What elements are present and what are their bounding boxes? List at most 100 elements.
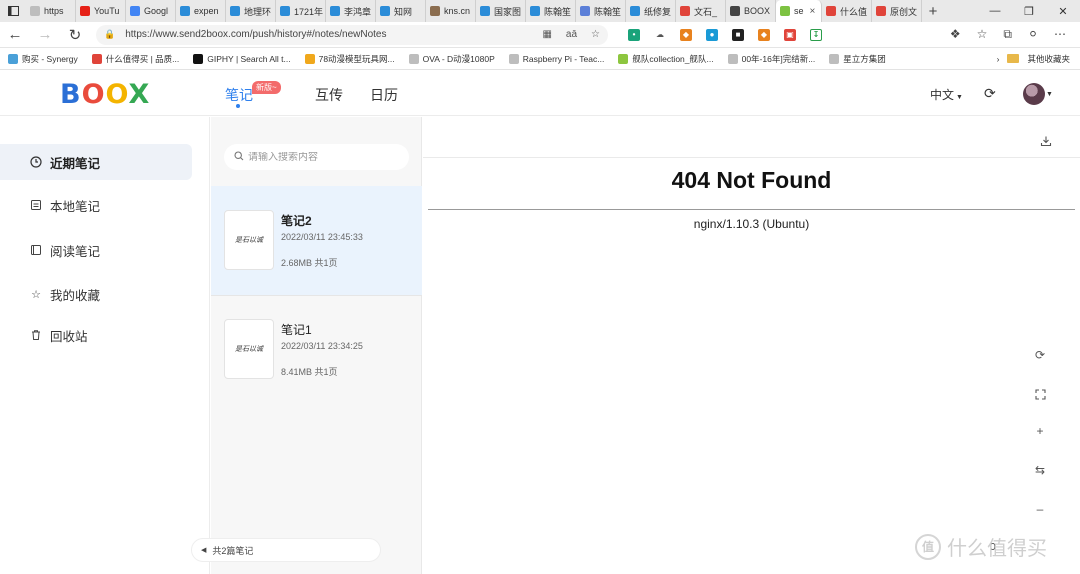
tab-close-icon[interactable]: × [810, 6, 816, 17]
lock-icon: 🔒 [104, 29, 116, 39]
browser-tab[interactable]: 原创文 [872, 0, 922, 22]
url-text: https://www.send2boox.com/push/history#/… [125, 29, 387, 40]
app-header: BOOX 笔记 新版~ 互传 日历 中文 ▼ ⟳ ▼ [0, 71, 1080, 116]
browser-tab[interactable]: 1721年 [276, 0, 326, 22]
nav-calendar[interactable]: 日历 [370, 85, 398, 105]
browser-tab[interactable]: https [26, 0, 76, 22]
search-input[interactable] [248, 151, 398, 163]
bing-icon [630, 6, 640, 16]
note-card[interactable]: 是石以诚 笔记1 2022/03/11 23:34:25 8.41MB 共1页 [211, 296, 422, 406]
favorites-icon[interactable]: ☆ [977, 27, 988, 42]
watermark-logo: 值 [915, 533, 941, 560]
maximize-icon[interactable]: ❐ [1012, 0, 1046, 22]
download-icon[interactable] [1040, 135, 1052, 150]
fullscreen-icon[interactable] [1031, 385, 1049, 403]
extension-black-icon[interactable]: ■ [732, 28, 744, 41]
bookmark-favicon-icon [8, 53, 18, 64]
collections-icon[interactable]: ⧉ [1003, 27, 1012, 42]
bookmark-item[interactable]: Raspberry Pi - Teac... [508, 53, 605, 65]
bookmark-item[interactable]: 什么值得买 | 品质... [91, 53, 179, 65]
sidebar-item-favorites[interactable]: ☆ 我的收藏 [0, 276, 192, 312]
star-icon: ☆ [31, 288, 41, 301]
browser-tab[interactable]: 地理环 [226, 0, 276, 22]
bookmark-item[interactable]: 00年-16年]完结新... [727, 53, 815, 65]
forward-button[interactable]: → [30, 22, 60, 48]
browser-tab[interactable]: 国家图 [476, 0, 526, 22]
extension-blue-icon[interactable]: ● [706, 28, 718, 41]
minimize-icon[interactable]: — [978, 0, 1012, 22]
tab-label: 陈翰笙 [594, 6, 622, 17]
chevron-right-icon[interactable]: › [997, 54, 1000, 64]
avatar-caret-icon[interactable]: ▼ [1046, 91, 1053, 98]
extension-red-icon[interactable]: ▣ [784, 28, 796, 41]
nav-notes[interactable]: 笔记 [225, 85, 253, 105]
browser-tab[interactable]: 什么值 [822, 0, 872, 22]
tab-label: 文石_ [694, 6, 718, 17]
tab-label: 纸修复 [644, 6, 672, 17]
extensions-icon[interactable]: ❖ [950, 27, 961, 42]
clock-icon [30, 156, 42, 168]
browser-tab[interactable]: BOOX [726, 0, 776, 22]
bing-icon [180, 6, 190, 16]
zoom-out-icon[interactable]: – [1031, 500, 1049, 518]
favorite-add-icon[interactable]: ☆ [591, 29, 600, 40]
language-selector[interactable]: 中文 ▼ [930, 86, 963, 103]
extension-outline-icon[interactable]: ↧ [810, 28, 822, 41]
translate-icon[interactable]: aā [566, 29, 577, 40]
more-menu-icon[interactable]: ⋯ [1054, 27, 1066, 42]
extension-cloud-icon[interactable]: ☁ [654, 28, 666, 41]
browser-tab[interactable]: se × [776, 0, 822, 22]
new-tab-button[interactable]: + [922, 0, 944, 22]
search-box[interactable] [224, 144, 409, 170]
bookmark-item[interactable]: 星立方集团 [829, 53, 886, 65]
nav-transfer[interactable]: 互传 [315, 85, 343, 105]
sidebar-item-local-notes[interactable]: 本地笔记 [0, 187, 192, 223]
sidebar-item-recent-notes[interactable]: 近期笔记 [0, 144, 192, 180]
fit-width-icon[interactable]: ⇆ [1031, 461, 1049, 479]
sidebar-item-trash[interactable]: 回收站 [0, 317, 192, 353]
browser-tab[interactable]: 文石_ [676, 0, 726, 22]
browser-tab[interactable]: expen [176, 0, 226, 22]
tab-label: kns.cn [444, 6, 471, 16]
zoom-in-icon[interactable]: + [1031, 422, 1049, 440]
browser-tab[interactable]: kns.cn [426, 0, 476, 22]
google-icon [130, 6, 140, 16]
profile-icon[interactable]: ⚪ [1028, 27, 1038, 42]
metamask-icon-2[interactable]: ◆ [758, 28, 770, 41]
close-icon[interactable]: ✕ [1046, 0, 1080, 22]
extension-green-icon[interactable]: • [628, 28, 640, 41]
tab-label: 地理环 [244, 6, 272, 17]
browser-tab[interactable]: YouTu [76, 0, 126, 22]
bing-icon [230, 6, 240, 16]
browser-tab[interactable]: Googl [126, 0, 176, 22]
grid-icon[interactable]: ▦ [542, 29, 551, 40]
bookmark-label: Raspberry Pi - Teac... [522, 53, 605, 64]
tab-actions-icon[interactable] [0, 0, 26, 22]
bookmark-item[interactable]: GIPHY | Search All t... [193, 53, 291, 65]
browser-tab[interactable]: 陈翰笙 [526, 0, 576, 22]
url-input[interactable]: 🔒 https://www.send2boox.com/push/history… [96, 24, 608, 45]
sidebar-item-label: 我的收藏 [50, 288, 101, 303]
avatar[interactable] [1023, 83, 1045, 105]
bookmark-item[interactable]: 购买 - Synergy [8, 53, 78, 65]
note-card[interactable]: 是石以诚 笔记2 2022/03/11 23:45:33 2.68MB 共1页 [211, 186, 422, 296]
boox-logo[interactable]: BOOX [60, 79, 150, 110]
caret-down-icon: ▼ [956, 94, 963, 101]
bookmark-item[interactable]: 舰队collection_舰队... [618, 53, 714, 65]
book-icon [30, 244, 42, 256]
back-button[interactable]: ← [0, 22, 30, 48]
bookmark-item[interactable]: 78动漫模型玩具网... [304, 53, 395, 65]
rotate-icon[interactable]: ⟳ [1031, 346, 1049, 364]
browser-tab[interactable]: 陈翰笙 [576, 0, 626, 22]
other-bookmarks[interactable]: 其他收藏夹 [1027, 53, 1070, 65]
metamask-icon[interactable]: ◆ [680, 28, 692, 41]
browser-tab[interactable]: 李鸿章 [326, 0, 376, 22]
note-count-pill[interactable]: ◀ 共2篇笔记 [191, 538, 381, 562]
toolbar-divider [423, 157, 1080, 158]
sync-icon[interactable]: ⟳ [984, 85, 996, 102]
browser-tab[interactable]: 知网 [376, 0, 426, 22]
sidebar-item-reading-notes[interactable]: 阅读笔记 [0, 232, 192, 268]
refresh-button[interactable]: ↻ [60, 22, 90, 48]
browser-tab[interactable]: 纸修复 [626, 0, 676, 22]
bookmark-item[interactable]: OVA - D动漫1080P [408, 53, 495, 65]
